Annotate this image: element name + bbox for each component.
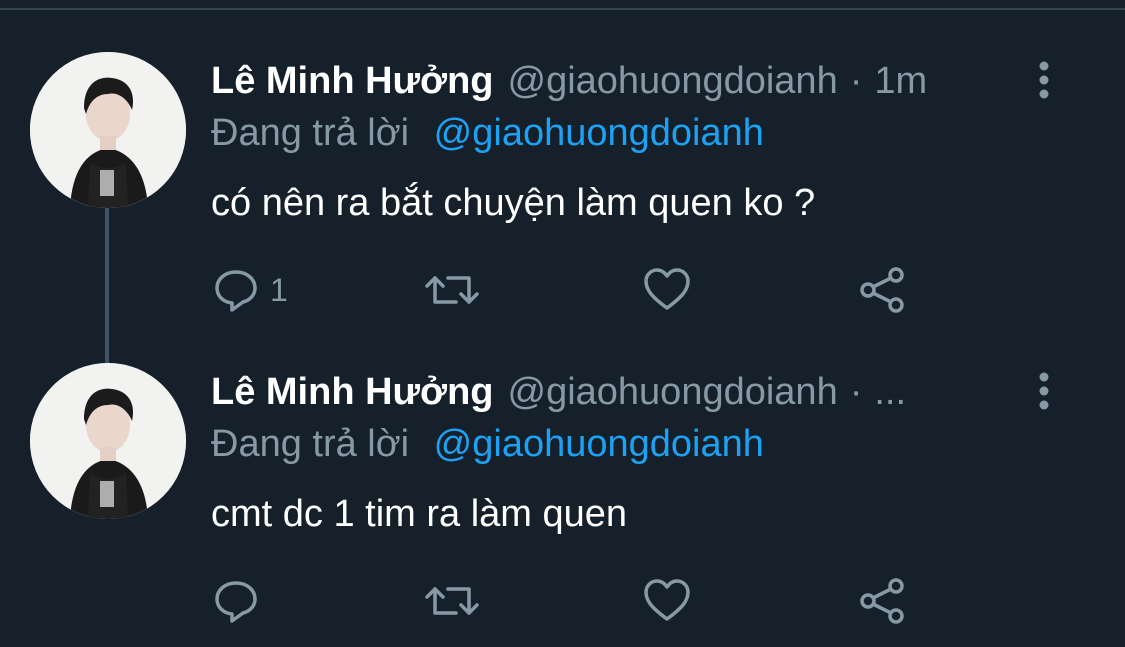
share-icon xyxy=(860,578,904,624)
avatar[interactable] xyxy=(30,52,186,208)
reply-count: 1 xyxy=(270,271,288,308)
tweet[interactable]: Lê Minh Hưởng @giaohuongdoianh · ... Đan… xyxy=(0,311,1125,624)
tweet-thread: Lê Minh Hưởng @giaohuongdoianh · 1m Đang… xyxy=(0,0,1125,647)
tweet[interactable]: Lê Minh Hưởng @giaohuongdoianh · 1m Đang… xyxy=(0,0,1125,313)
more-vertical-icon[interactable] xyxy=(1030,371,1058,411)
avatar[interactable] xyxy=(30,363,186,519)
tweet-header: Lê Minh Hưởng @giaohuongdoianh · 1m xyxy=(211,58,927,104)
tweet-text: có nên ra bắt chuyện làm quen ko ? xyxy=(211,182,816,224)
tweet-header: Lê Minh Hưởng @giaohuongdoianh · ... xyxy=(211,369,906,415)
separator-dot: · xyxy=(849,371,863,413)
reply-button[interactable] xyxy=(212,573,270,629)
timestamp[interactable]: 1m xyxy=(874,58,927,104)
tweet-text: cmt dc 1 tim ra làm quen xyxy=(211,493,628,535)
retweet-icon xyxy=(425,276,479,304)
user-handle[interactable]: @giaohuongdoianh xyxy=(508,58,838,104)
timestamp[interactable]: ... xyxy=(874,369,906,415)
comment-icon xyxy=(215,581,257,623)
share-button[interactable] xyxy=(858,573,908,629)
replying-to: Đang trả lời @giaohuongdoianh xyxy=(211,421,764,467)
share-icon xyxy=(860,267,904,313)
replying-to: Đang trả lời @giaohuongdoianh xyxy=(211,110,764,156)
separator-dot: · xyxy=(849,60,863,102)
retweet-button[interactable] xyxy=(424,262,480,318)
share-button[interactable] xyxy=(858,262,908,318)
retweet-button[interactable] xyxy=(424,573,480,629)
like-button[interactable] xyxy=(642,573,692,629)
reply-mention-link[interactable]: @giaohuongdoianh xyxy=(434,112,764,154)
like-button[interactable] xyxy=(642,262,692,318)
heart-icon xyxy=(644,579,690,621)
tweet-actions xyxy=(0,573,1125,629)
reply-button[interactable]: 1 xyxy=(212,262,288,318)
display-name[interactable]: Lê Minh Hưởng xyxy=(211,58,494,104)
heart-icon xyxy=(644,268,690,310)
display-name[interactable]: Lê Minh Hưởng xyxy=(211,369,494,415)
tweet-actions: 1 xyxy=(0,262,1125,318)
comment-icon xyxy=(215,270,257,312)
replying-to-label: Đang trả lời xyxy=(211,423,410,465)
replying-to-label: Đang trả lời xyxy=(211,112,410,154)
user-handle[interactable]: @giaohuongdoianh xyxy=(508,369,838,415)
more-vertical-icon[interactable] xyxy=(1030,60,1058,100)
reply-mention-link[interactable]: @giaohuongdoianh xyxy=(434,423,764,465)
retweet-icon xyxy=(425,587,479,615)
